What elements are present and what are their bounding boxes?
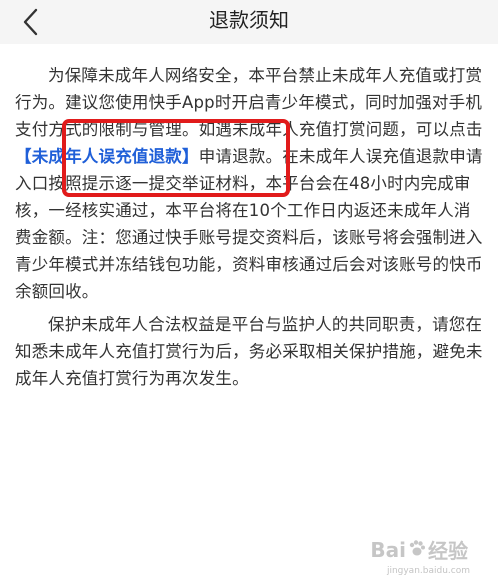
paragraph-1-text-start: 为保障未成年人网络安全，本平台禁止未成年人充值或打赏行为。建议您使用快手App时… xyxy=(15,66,483,139)
notice-paragraph-1: 为保障未成年人网络安全，本平台禁止未成年人充值或打赏行为。建议您使用快手App时… xyxy=(15,62,487,305)
top-bar: 退款须知 xyxy=(0,0,498,44)
refund-notice-content: 为保障未成年人网络安全，本平台禁止未成年人充值或打赏行为。建议您使用快手App时… xyxy=(15,62,487,398)
minor-refund-link[interactable]: 【未成年人误充值退款】 xyxy=(15,147,199,166)
watermark-text-right: 经验 xyxy=(428,539,468,563)
notice-paragraph-2: 保护未成年人合法权益是平台与监护人的共同职责，请您在知悉未成年人充值打赏行为后，… xyxy=(15,315,483,388)
paragraph-1-text-end: 申请退款。在未成年人误充值退款申请入口按照提示逐一提交举证材料，本平台会在48小… xyxy=(15,147,483,301)
baidu-watermark: Bai 经验 xyxy=(370,535,468,564)
page-title: 退款须知 xyxy=(209,8,289,32)
watermark-text-left: Bai xyxy=(370,537,406,562)
paw-icon xyxy=(408,538,426,562)
watermark-url: jingyan.baidu.com xyxy=(386,566,470,576)
